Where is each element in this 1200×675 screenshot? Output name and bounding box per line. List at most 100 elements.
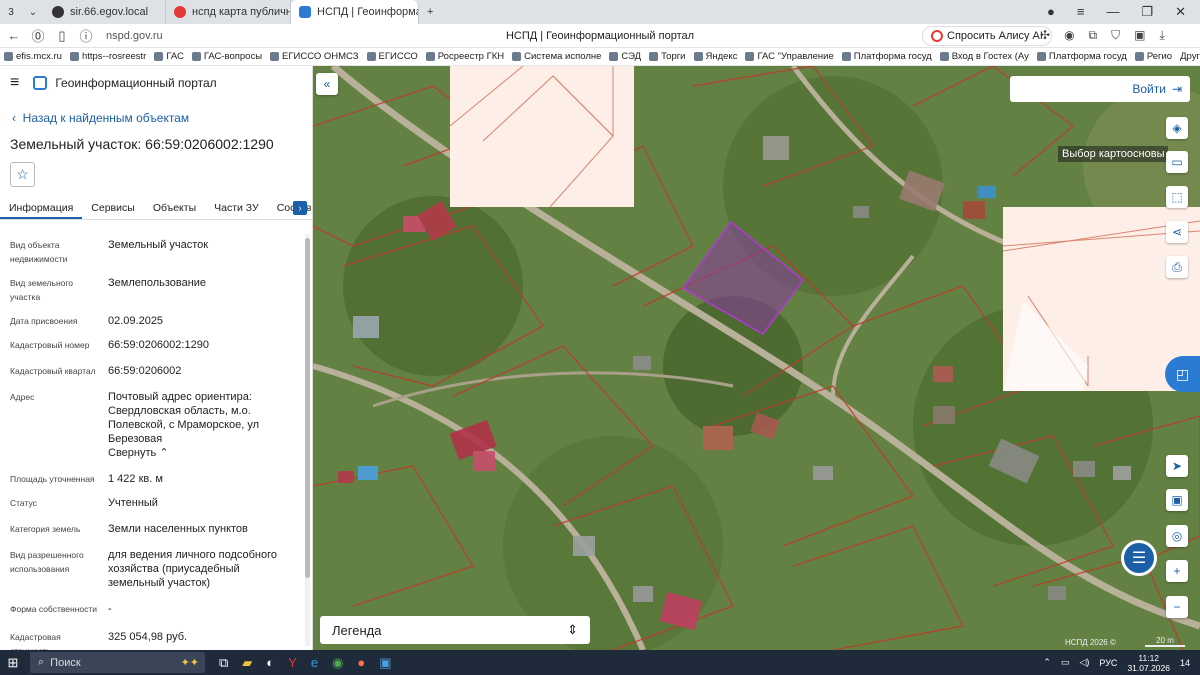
firefox-icon[interactable]: ● (357, 655, 365, 671)
alice-icon (931, 30, 943, 42)
portal-logo-icon (33, 76, 48, 90)
zoom-in-button[interactable]: + (1166, 560, 1188, 582)
tab-counter[interactable]: 3 (0, 7, 22, 18)
ext-badge-icon[interactable]: ▣ (1134, 28, 1145, 43)
prop-key: Статус (10, 498, 37, 508)
browser-tab-sir[interactable]: sir.66.egov.local (44, 0, 166, 24)
prop-value: Учтенный (108, 497, 158, 509)
address-bar: ← ⓪ ▯ ⓘ nspd.gov.ru НСПД | Геоинформацио… (0, 24, 1200, 48)
prop-value: - (108, 603, 112, 615)
bookmark-item[interactable]: https--rosreestr (66, 51, 150, 62)
bookmark-item[interactable]: Вход в Гостех (Ау (936, 51, 1033, 62)
download-icon[interactable]: ⤓ (1159, 28, 1164, 43)
settings-icon[interactable]: ◐ (266, 655, 274, 671)
hamburger-menu-icon[interactable]: ≡ (10, 74, 19, 92)
bookmark-item[interactable]: СЭД (605, 51, 645, 62)
record-icon[interactable]: ◉ (1064, 28, 1074, 43)
location-button[interactable]: ◎ (1166, 525, 1188, 547)
tab-objects[interactable]: Объекты (144, 198, 205, 219)
clock[interactable]: 11:12 31.07.2026 (1127, 653, 1170, 673)
browser-tab-nspd[interactable]: НСПД | Геоинформацио ✕ (291, 0, 419, 24)
login-button[interactable]: Войти ⇥ (1010, 76, 1190, 102)
panel-scrollbar[interactable] (305, 234, 310, 646)
prop-key: Кадастровая стоимость (10, 632, 61, 650)
taskbar-search[interactable]: ⌕ Поиск ✦✦ (30, 652, 205, 673)
close-window-icon[interactable]: ✕ (1175, 4, 1186, 20)
bookmark-favicon-icon (4, 52, 13, 61)
speaker-icon[interactable]: ◁) (1079, 657, 1089, 668)
restore-icon[interactable]: ❐ (1141, 4, 1153, 20)
back-arrow-icon[interactable]: ← (4, 28, 24, 43)
bookmark-item[interactable]: Росреестр ГКН (422, 51, 508, 62)
collapse-panel-button[interactable]: « (316, 73, 338, 95)
bookmark-item[interactable]: ГАС (150, 51, 188, 62)
bookmark-item[interactable]: Регио (1131, 51, 1176, 62)
tab-information[interactable]: Информация (0, 198, 83, 219)
tabs-scroll-right-icon[interactable]: › (293, 201, 307, 215)
minimize-icon[interactable]: — (1106, 4, 1119, 20)
side-extension-button[interactable]: ◰ (1165, 356, 1200, 392)
panel-header: ≡ Геоинформационный портал (0, 66, 312, 100)
notifications-badge[interactable]: 14 (1180, 658, 1190, 668)
site-info-icon[interactable]: ⓘ (76, 26, 96, 45)
alice-button[interactable]: Спросить Алису AI (922, 26, 1052, 46)
prop-key: Кадастровый номер (10, 340, 90, 350)
zoom-out-button[interactable]: − (1166, 596, 1188, 618)
tab-services[interactable]: Сервисы (82, 198, 144, 219)
tab-list-chevron-icon[interactable]: ⌄ (22, 7, 44, 18)
browser-tab-search[interactable]: нспд карта публичная кад (166, 0, 291, 24)
puzzle-icon[interactable]: ⧉ (1089, 28, 1098, 43)
bookmark-item[interactable]: efis.mcx.ru (0, 51, 66, 62)
bookmark-favicon-icon (270, 52, 280, 61)
map-view[interactable]: « Войти ⇥ ◈ Выбор картоосновы ▭ ⬚ ⋖ ⎙ ◰ … (313, 66, 1200, 650)
favorite-button[interactable]: ☆ (10, 162, 35, 187)
other-bookmarks[interactable]: Другие закладки (1176, 51, 1200, 62)
login-icon: ⇥ (1171, 82, 1182, 96)
object-title: Земельный участок: 66:59:0206002:1290 (10, 136, 274, 152)
prop-value: Земли населенных пунктов (108, 523, 248, 535)
basemap-button[interactable]: ▭ (1166, 151, 1188, 173)
bookmark-item[interactable]: ГАС-вопросы (188, 51, 266, 62)
shield-icon[interactable]: ⛉ (1111, 28, 1120, 43)
share-button[interactable]: ⋖ (1166, 221, 1188, 243)
task-view-icon[interactable]: ⧉ (219, 655, 228, 671)
bookmark-item[interactable]: ГАС "Управление (741, 51, 837, 62)
profile-icon[interactable]: ● (1047, 4, 1055, 20)
language-indicator[interactable]: РУС (1099, 658, 1117, 668)
back-to-results-link[interactable]: ‹ Назад к найденным объектам (12, 111, 189, 125)
picture-in-picture-button[interactable]: ▣ (1166, 489, 1188, 511)
print-button[interactable]: ⎙ (1166, 256, 1188, 278)
extension-icon[interactable]: ✣ (1040, 28, 1050, 43)
bookmark-item[interactable]: ЕГИССО (363, 51, 422, 62)
url-field[interactable]: nspd.gov.ru (106, 30, 246, 42)
bookmark-icon[interactable]: ▯ (52, 28, 72, 44)
locate-button[interactable]: ➤ (1166, 455, 1188, 477)
collapse-link[interactable]: Свернуть ⌃ (108, 446, 298, 460)
file-explorer-icon[interactable]: ▰ (242, 655, 252, 671)
print-icon: ⎙ (1172, 259, 1182, 274)
bookmark-item[interactable]: Система исполне (508, 51, 605, 62)
yandex-id-icon[interactable]: ⓪ (28, 26, 48, 45)
layers-button[interactable]: ◈ (1166, 117, 1188, 139)
edge-icon[interactable]: e (311, 655, 318, 671)
tray-chevron-up-icon[interactable]: ⌃ (1043, 657, 1051, 668)
scrollbar-thumb[interactable] (305, 238, 310, 578)
bookmark-item[interactable]: Платформа госуд (1033, 51, 1131, 62)
menu-icon[interactable]: ≡ (1077, 4, 1085, 20)
select-area-button[interactable]: ⬚ (1166, 186, 1188, 208)
new-tab-button[interactable]: + (419, 0, 441, 24)
prop-value: 66:59:0206002:1290 (108, 339, 209, 351)
bookmark-item[interactable]: ЕГИССО ОНМСЗ (266, 51, 363, 62)
bookmark-item[interactable]: Торги (645, 51, 689, 62)
yandex-browser-icon[interactable]: Y (288, 655, 297, 671)
app-icon[interactable]: ▣ (379, 655, 391, 671)
tab-parts[interactable]: Части ЗУ (205, 198, 268, 219)
chat-button[interactable]: ☰ (1121, 540, 1157, 576)
network-icon[interactable]: ▭ (1061, 657, 1070, 668)
windows-start-icon[interactable]: ⊞ (0, 655, 26, 671)
chrome-icon[interactable]: ◉ (332, 655, 343, 671)
bookmark-item[interactable]: Платформа госуд (838, 51, 936, 62)
expand-arrows-icon: ⇕ (567, 622, 578, 637)
legend-dropdown[interactable]: Легенда ⇕ (320, 616, 590, 644)
bookmark-item[interactable]: Яндекс (690, 51, 742, 62)
